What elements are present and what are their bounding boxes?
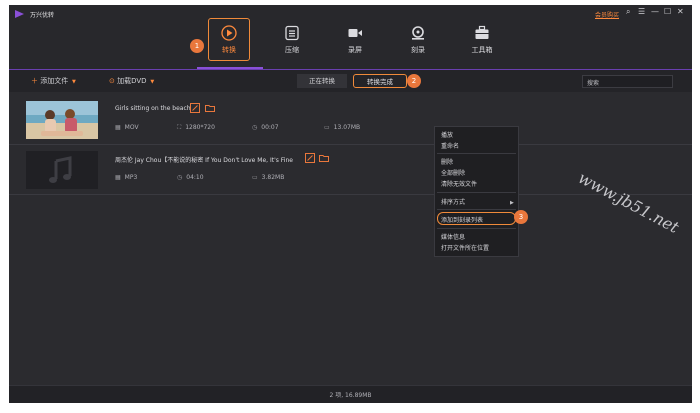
minimize-button[interactable]: — — [651, 8, 659, 16]
buy-link[interactable]: 会员购买 — [595, 10, 619, 19]
menu-divider — [437, 228, 516, 229]
file-name: 周杰伦 Jay Chou【不能说的秘密 If You Don't Love Me… — [115, 157, 293, 164]
row-divider — [9, 144, 692, 145]
toolbox-icon — [475, 25, 489, 39]
clock-icon: ◷ — [177, 174, 183, 181]
file-format: ▦ MOV — [115, 124, 139, 131]
tab-compress-label: 压缩 — [285, 46, 299, 54]
tab-convert[interactable]: 转换 — [204, 19, 254, 67]
menu-divider — [437, 209, 516, 210]
tab-convert-label: 转换 — [222, 46, 236, 54]
file-row[interactable]: Girls sitting on the beach ▦ MOV ⛶ 1280*72… — [9, 96, 692, 144]
app-logo-icon — [15, 10, 24, 18]
beach-photo-thumbnail — [26, 101, 98, 139]
file-format: ▦ MP3 — [115, 174, 138, 181]
file-duration: ◷ 00:07 — [252, 124, 279, 131]
clock-icon: ◷ — [252, 124, 258, 131]
file-name: Girls sitting on the beach — [115, 105, 191, 112]
load-dvd-label: 加载DVD — [117, 77, 147, 85]
maximize-button[interactable]: ☐ — [664, 8, 671, 16]
top-header: 万兴优转 会员购买 ⌕ ☰ — ☐ ✕ 1 转换 压缩 录屏 刻录 工具箱 — [9, 5, 692, 69]
status-bar: 2 项, 16.89MB — [9, 385, 692, 403]
close-button[interactable]: ✕ — [677, 8, 684, 16]
plus-icon: ＋ — [31, 77, 38, 85]
chevron-right-icon: ▶ — [510, 200, 514, 206]
menu-icon[interactable]: ☰ — [638, 8, 645, 16]
tab-record-label: 录屏 — [348, 46, 362, 54]
search-icon[interactable]: ⌕ — [626, 8, 630, 16]
film-icon: ▦ — [115, 124, 121, 131]
menu-item-media-info[interactable]: 媒体信息 — [441, 232, 465, 241]
menu-divider — [437, 153, 516, 154]
callout-2: 2 — [407, 74, 421, 88]
dvd-icon: ⊙ — [109, 77, 115, 85]
edit-icon[interactable] — [190, 103, 200, 113]
toolbar: ＋ 添加文件 ▼ ⊙ 加载DVD ▼ 正在转换 转换完成 2 搜索 — [9, 70, 692, 92]
row-divider — [9, 194, 692, 195]
add-file-button[interactable]: ＋ 添加文件 ▼ — [31, 76, 76, 86]
tab-record[interactable]: 录屏 — [330, 19, 380, 67]
menu-divider — [437, 192, 516, 193]
context-menu: 播放 重命名 删除 全部删除 清除无效文件 排序方式 ▶ 添加到刻录列表 媒体信… — [434, 126, 519, 257]
record-icon — [348, 29, 362, 37]
tab-converting[interactable]: 正在转换 — [297, 74, 347, 88]
audio-thumbnail — [26, 151, 98, 189]
edit-icon[interactable] — [305, 153, 315, 163]
film-icon: ▦ — [115, 174, 121, 181]
menu-item-rename[interactable]: 重命名 — [441, 141, 459, 150]
app-window: 万兴优转 会员购买 ⌕ ☰ — ☐ ✕ 1 转换 压缩 录屏 刻录 工具箱 ＋ … — [9, 5, 692, 403]
file-size: ▭ 13.07MB — [324, 124, 361, 131]
search-input[interactable]: 搜索 — [582, 75, 673, 88]
file-duration: ◷ 04:10 — [177, 174, 204, 181]
app-title: 万兴优转 — [30, 12, 55, 19]
tab-burn[interactable]: 刻录 — [393, 19, 443, 67]
file-summary: 2 项, 16.89MB — [329, 392, 372, 399]
callout-3: 3 — [514, 210, 528, 224]
folder-icon[interactable] — [205, 103, 215, 113]
tab-burn-label: 刻录 — [411, 46, 425, 54]
menu-item-delete-all[interactable]: 全部删除 — [441, 168, 465, 177]
menu-item-play[interactable]: 播放 — [441, 130, 453, 139]
file-size: ▭ 3.82MB — [252, 174, 285, 181]
folder-icon[interactable] — [319, 153, 329, 163]
music-note-icon — [49, 156, 72, 183]
tab-toolbox-label: 工具箱 — [471, 46, 493, 54]
compress-icon — [285, 25, 299, 41]
chevron-down-icon: ▼ — [70, 79, 76, 85]
resolution-icon: ⛶ — [177, 124, 182, 131]
load-dvd-button[interactable]: ⊙ 加载DVD ▼ — [109, 76, 154, 86]
chevron-down-icon: ▼ — [148, 79, 155, 85]
menu-item-open-location[interactable]: 打开文件所在位置 — [441, 243, 489, 252]
add-file-label: 添加文件 — [40, 77, 69, 85]
tab-compress[interactable]: 压缩 — [267, 19, 317, 67]
menu-item-clear-invalid[interactable]: 清除无效文件 — [441, 179, 477, 188]
file-resolution: ⛶ 1280*720 — [177, 124, 215, 131]
folder-size-icon: ▭ — [324, 124, 330, 131]
menu-item-sort[interactable]: 排序方式 — [441, 197, 465, 206]
menu-item-add-to-burn-list[interactable]: 添加到刻录列表 — [441, 215, 483, 224]
convert-icon — [221, 25, 237, 41]
tab-converted[interactable]: 转换完成 — [353, 74, 407, 88]
tab-toolbox[interactable]: 工具箱 — [457, 19, 507, 67]
menu-item-delete[interactable]: 删除 — [441, 157, 453, 166]
burn-icon — [412, 26, 424, 40]
folder-size-icon: ▭ — [252, 174, 258, 181]
callout-1: 1 — [190, 39, 204, 53]
